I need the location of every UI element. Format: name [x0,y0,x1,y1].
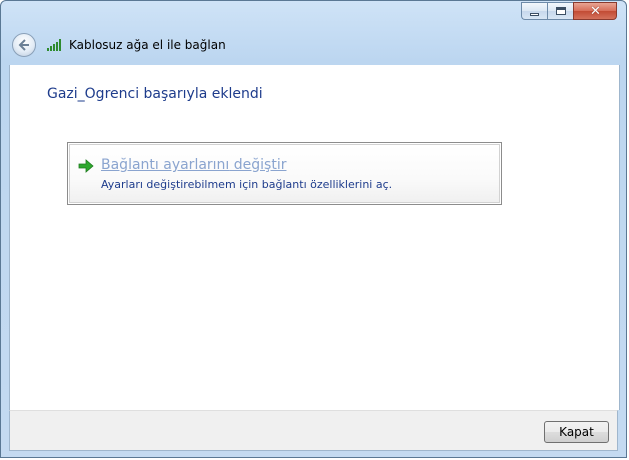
close-button[interactable]: Kapat [544,421,609,443]
window-title: Kablosuz ağa el ile bağlan [69,38,226,52]
command-link-title-underlined: Bağlantı ayarlarını [101,157,230,173]
title-bar: ✕ Kablosuz ağa el ile bağlan [1,1,626,65]
footer-bar: Kapat [9,410,618,451]
minimize-icon [530,13,539,16]
command-link-description: Ayarları değiştirebilmem için bağlantı ö… [101,178,393,191]
page-heading: Gazi_Ogrenci başarıyla eklendi [47,86,263,102]
maximize-icon [556,7,566,15]
close-window-button[interactable]: ✕ [573,2,617,20]
back-button[interactable] [12,33,36,57]
minimize-button[interactable] [521,2,547,20]
maximize-button[interactable] [547,2,573,20]
content-area: Gazi_Ogrenci başarıyla eklendi Bağlantı … [9,65,620,410]
green-arrow-icon [78,159,94,173]
command-link-body: Bağlantı ayarlarını değiştir Ayarları de… [69,144,500,203]
wizard-window: ✕ Kablosuz ağa el ile bağlan Gazi_Ogrenc… [0,0,627,458]
caption-buttons: ✕ [521,2,617,20]
change-connection-settings-link[interactable]: Bağlantı ayarlarını değiştir Ayarları de… [67,142,502,205]
wireless-signal-icon [47,39,61,51]
close-icon: ✕ [590,4,601,19]
back-arrow-icon [18,39,29,51]
command-link-title-rest: değiştir [229,157,287,173]
command-link-title: Bağlantı ayarlarını değiştir [101,157,286,173]
